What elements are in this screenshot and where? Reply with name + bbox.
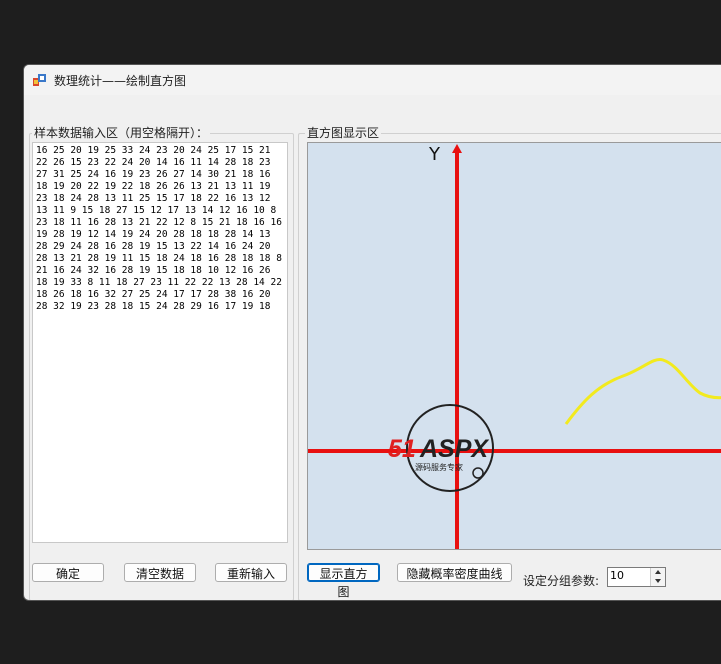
menu-strip <box>24 95 721 119</box>
app-icon <box>33 74 46 86</box>
spinner-down-button[interactable] <box>651 577 665 586</box>
histogram-display-group: 直方图显示区 51 ASPX 源码服务专家 Y 显示直方图 隐藏概率密度曲线 设… <box>298 124 721 600</box>
ok-button[interactable]: 确定 <box>32 563 104 582</box>
group-param-label: 设定分组参数: <box>523 574 600 588</box>
histogram-svg: 51 ASPX 源码服务专家 <box>308 144 721 549</box>
spinner-buttons <box>650 568 665 586</box>
watermark-logo: 51 ASPX 源码服务专家 <box>388 404 494 492</box>
window-title: 数理统计——绘制直方图 <box>54 74 187 88</box>
watermark-aspx: ASPX <box>419 435 489 463</box>
watermark-51: 51 <box>388 435 416 463</box>
hide-density-curve-button[interactable]: 隐藏概率密度曲线 <box>397 563 512 582</box>
watermark-tagline: 源码服务专家 <box>415 462 463 472</box>
chevron-down-icon <box>655 579 661 583</box>
reenter-button[interactable]: 重新输入 <box>215 563 287 582</box>
y-axis-label: Y <box>429 144 440 165</box>
main-window: 数理统计——绘制直方图 样本数据输入区（用空格隔开）： 16 25 20 19 … <box>23 64 721 601</box>
group-param-spinner[interactable]: 10 <box>607 567 666 587</box>
title-bar[interactable]: 数理统计——绘制直方图 <box>24 65 721 95</box>
y-axis-arrow <box>452 144 462 153</box>
sample-data-textarea[interactable]: 16 25 20 19 25 33 24 23 20 24 25 17 15 2… <box>32 142 288 543</box>
histogram-canvas: 51 ASPX 源码服务专家 Y <box>307 142 721 550</box>
chevron-up-icon <box>655 570 661 574</box>
density-curve <box>564 358 721 425</box>
clear-data-button[interactable]: 清空数据 <box>124 563 196 582</box>
sample-input-legend: 样本数据输入区（用空格隔开）： <box>32 124 211 141</box>
sample-input-group: 样本数据输入区（用空格隔开）： 16 25 20 19 25 33 24 23 … <box>29 124 294 600</box>
show-histogram-button[interactable]: 显示直方图 <box>307 563 380 599</box>
group-param-value[interactable]: 10 <box>610 569 624 582</box>
histogram-display-legend: 直方图显示区 <box>305 124 382 141</box>
